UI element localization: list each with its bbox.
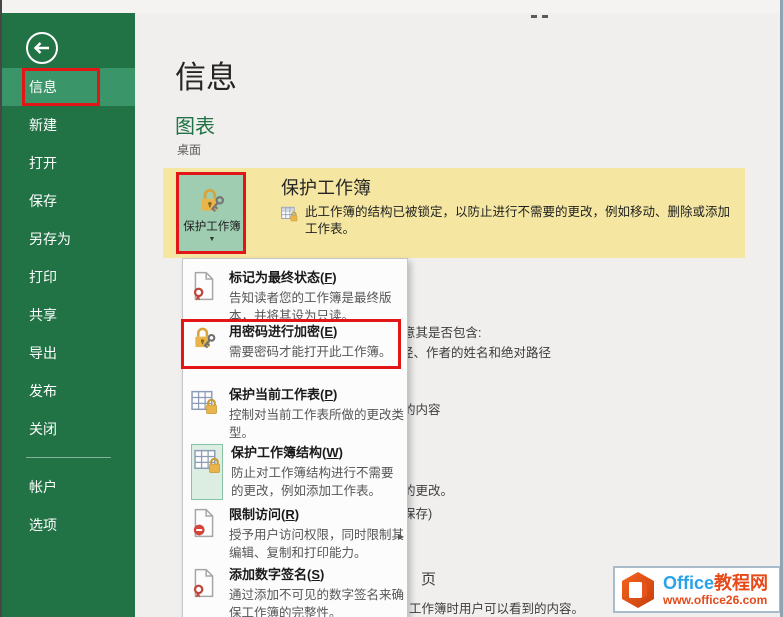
- window-artifact-mark: [542, 15, 548, 18]
- menu-item-description: 授予用户访问权限，同时限制其编辑、复制和打印能力。: [229, 526, 404, 562]
- menu-item-add-digital-signature[interactable]: 添加数字签名(S) 通过添加不可见的数字签名来确保工作簿的完整性。: [188, 566, 404, 617]
- document-signature-icon: [191, 566, 221, 617]
- banner-description: 此工作簿的结构已被锁定，以防止进行不需要的更改，例如移动、删除或添加工作表。: [305, 204, 733, 238]
- menu-item-title: 保护工作簿结构(W): [231, 445, 343, 460]
- workbook-structure-lock-icon: [191, 444, 223, 500]
- sidebar-item-close[interactable]: 关闭: [2, 410, 135, 448]
- menu-item-mark-as-final[interactable]: 标记为最终状态(F) 告知读者您的工作簿是最终版本，并将其设为只读。: [188, 269, 404, 325]
- menu-item-title: 标记为最终状态(F): [229, 270, 337, 285]
- document-title: 图表: [175, 110, 215, 139]
- protect-workbook-menu: 标记为最终状态(F) 告知读者您的工作簿是最终版本，并将其设为只读。: [182, 258, 408, 617]
- back-icon: [24, 30, 60, 66]
- menu-item-title: 保护当前工作表(P): [229, 387, 337, 402]
- page-title: 信息: [175, 52, 237, 97]
- window-left-border: [0, 0, 2, 617]
- sidebar-item-options[interactable]: 选项: [2, 506, 135, 544]
- sidebar-item-share[interactable]: 共享: [2, 296, 135, 334]
- annotation-box-protect-button: [176, 172, 246, 254]
- window-artifact-mark: [531, 15, 537, 18]
- brand-url: www.office26.com: [663, 594, 768, 606]
- workbook-lock-icon: [281, 205, 298, 227]
- sidebar-item-print[interactable]: 打印: [2, 258, 135, 296]
- document-location: 桌面: [177, 141, 201, 158]
- sidebar-divider: [26, 457, 111, 458]
- sidebar-item-new[interactable]: 新建: [2, 106, 135, 144]
- annotation-box-encrypt-item: [181, 319, 401, 369]
- background-text-fragment: 意其是否包含:: [403, 322, 481, 341]
- sidebar-item-publish[interactable]: 发布: [2, 372, 135, 410]
- menu-item-description: 控制对当前工作表所做的更改类型。: [229, 406, 404, 442]
- annotation-box-info: [22, 68, 100, 106]
- background-text-fragment: 的更改。: [403, 480, 453, 499]
- sidebar-item-save-as[interactable]: 另存为: [2, 220, 135, 258]
- document-restrict-icon: [191, 506, 221, 562]
- sidebar-item-account[interactable]: 帐户: [2, 468, 135, 506]
- watermark-logo: Office教程网 www.office26.com: [613, 566, 781, 613]
- menu-item-protect-current-sheet[interactable]: 保护当前工作表(P) 控制对当前工作表所做的更改类型。: [188, 386, 404, 442]
- menu-item-description: 防止对工作簿结构进行不需要的更改，例如添加工作表。: [231, 464, 404, 500]
- back-button[interactable]: [24, 30, 60, 66]
- protect-workbook-banner: 保护工作簿 ▼ 保护工作簿 此工作簿的结构已被锁定，以防止进行不需要的更改，例如…: [163, 168, 745, 258]
- menu-item-title: 添加数字签名(S): [229, 567, 324, 582]
- menu-item-restrict-access[interactable]: 限制访问(R) 授予用户访问权限，同时限制其编辑、复制和打印能力。 ▶: [188, 506, 404, 562]
- backstage-nav: 信息 新建 打开 保存 另存为 打印 共享 导出 发布 关闭 帐户 选项: [2, 68, 135, 544]
- window-top-strip: [0, 0, 783, 13]
- menu-item-title: 限制访问(R): [229, 507, 299, 522]
- sheet-lock-icon: [191, 386, 221, 442]
- submenu-arrow-icon: ▶: [398, 532, 404, 541]
- menu-item-protect-workbook-structure[interactable]: 保护工作簿结构(W) 防止对工作簿结构进行不需要的更改，例如添加工作表。: [188, 444, 404, 500]
- sidebar-item-export[interactable]: 导出: [2, 334, 135, 372]
- office-logo-icon: [618, 570, 658, 610]
- banner-heading: 保护工作簿: [281, 174, 371, 200]
- sidebar-item-save[interactable]: 保存: [2, 182, 135, 220]
- excel-backstage-window: 信息 新建 打开 保存 另存为 打印 共享 导出 发布 关闭 帐户 选项 信息 …: [0, 0, 783, 617]
- sidebar-item-open[interactable]: 打开: [2, 144, 135, 182]
- document-ribbon-icon: [191, 269, 221, 325]
- brand-name: Office教程网: [663, 574, 768, 592]
- background-text-fragment: 页: [421, 568, 436, 589]
- background-text-fragment: 径、作者的姓名和绝对路径: [401, 342, 551, 361]
- menu-item-description: 通过添加不可见的数字签名来确保工作簿的完整性。: [229, 586, 404, 617]
- background-text-fragment: 的内容: [403, 399, 441, 418]
- background-text-fragment: 工作簿时用户可以看到的内容。: [409, 598, 584, 617]
